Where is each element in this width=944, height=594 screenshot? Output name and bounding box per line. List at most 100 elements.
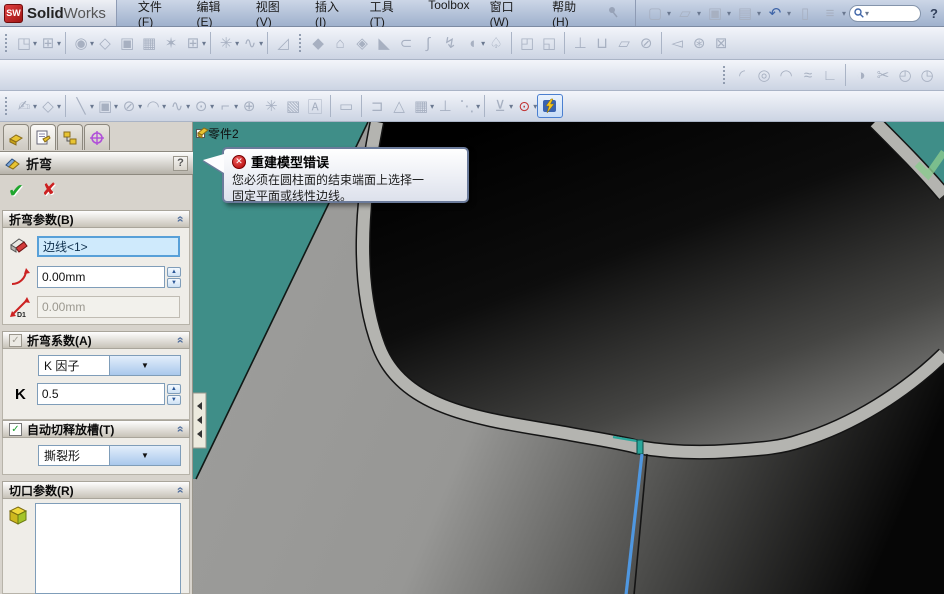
tab-dimxpert-manager[interactable]: [84, 124, 110, 150]
sketch-fillet-icon[interactable]: ◜: [731, 64, 753, 86]
hole-wizard-icon[interactable]: ✶: [160, 32, 182, 54]
move-entities-icon[interactable]: ✂: [872, 64, 894, 86]
rip-icon[interactable]: ↯: [439, 32, 461, 54]
section-header-rip-parameters[interactable]: 切口参数(R) »: [2, 481, 190, 499]
rapid-sketch-icon[interactable]: ⊻: [489, 95, 511, 117]
revolve-icon[interactable]: ◉: [70, 32, 92, 54]
convert-entities-icon[interactable]: ◠: [775, 64, 797, 86]
bend-angle-input[interactable]: [37, 266, 165, 288]
convert-to-sheetmetal-icon[interactable]: ◅: [666, 32, 688, 54]
scale-entities-icon[interactable]: ◷: [916, 64, 938, 86]
section-header-auto-relief[interactable]: ✓ 自动切释放槽(T) »: [2, 420, 190, 438]
cancel-button[interactable]: ✘: [42, 180, 56, 203]
linear-pattern-icon[interactable]: ⊞: [182, 32, 204, 54]
collapse-chevron-icon[interactable]: »: [173, 216, 187, 223]
toolbar-grip[interactable]: [4, 33, 9, 53]
panel-splitter-handle[interactable]: [193, 392, 207, 449]
fold-icon[interactable]: ◰: [516, 32, 538, 54]
snap-icon[interactable]: ⋱: [456, 95, 478, 117]
extruded-boss-icon[interactable]: ◳: [13, 32, 35, 54]
miter-flange-icon[interactable]: ◈: [351, 32, 373, 54]
dropdown-arrow-icon[interactable]: ▼: [109, 356, 180, 375]
edge-selection-input[interactable]: [37, 236, 180, 257]
sheetmetal-gusset-icon[interactable]: ⊛: [688, 32, 710, 54]
collapse-chevron-icon[interactable]: »: [173, 426, 187, 433]
section-header-bend-allowance[interactable]: ✓ 折弯系数(A) »: [2, 331, 190, 349]
undo-icon[interactable]: ↶: [764, 2, 786, 24]
smart-dimension-icon[interactable]: ◇: [37, 95, 59, 117]
pushpin-icon[interactable]: [607, 6, 619, 21]
toolbar-grip[interactable]: [4, 96, 9, 116]
instant3d-icon[interactable]: ◿: [272, 32, 294, 54]
print-icon[interactable]: ▤: [734, 2, 756, 24]
boundary-boss-icon[interactable]: ▦: [138, 32, 160, 54]
record-icon[interactable]: ⊙: [513, 95, 535, 117]
spin-up-icon[interactable]: ▲: [166, 383, 181, 394]
jog-icon[interactable]: ∫: [417, 32, 439, 54]
options-icon[interactable]: ≡: [819, 2, 841, 24]
extruded-cut-icon[interactable]: ⊞: [37, 32, 59, 54]
cross-break-icon[interactable]: ⊠: [710, 32, 732, 54]
new-document-icon[interactable]: ▢: [644, 2, 666, 24]
save-icon[interactable]: ▣: [704, 2, 726, 24]
perpendicular-icon[interactable]: ⊥: [434, 95, 456, 117]
flatten-icon[interactable]: ⊥: [569, 32, 591, 54]
search-options-caret[interactable]: ▾: [865, 9, 869, 18]
fillet-icon[interactable]: ⌐: [214, 95, 236, 117]
unfold-icon[interactable]: ◱: [538, 32, 560, 54]
point-icon[interactable]: ✳: [260, 95, 282, 117]
active-sketch-tool-icon[interactable]: [537, 94, 564, 118]
collapse-chevron-icon[interactable]: »: [173, 337, 187, 344]
dropdown-arrow-icon[interactable]: ▼: [109, 446, 180, 465]
ellipse-icon[interactable]: ⊙: [190, 95, 212, 117]
panel-help-icon[interactable]: ?: [173, 155, 188, 171]
help-icon[interactable]: ?: [930, 6, 938, 21]
auto-relief-checkbox[interactable]: ✓: [9, 422, 22, 436]
vent-icon[interactable]: ♤: [485, 32, 507, 54]
search-input[interactable]: ▾: [849, 4, 922, 22]
collapse-chevron-icon[interactable]: »: [173, 487, 187, 494]
select-entities-icon[interactable]: ▧: [282, 95, 304, 117]
section-header-bend-parameters[interactable]: 折弯参数(B) »: [2, 210, 190, 228]
tab-property-manager[interactable]: [30, 124, 56, 150]
k-factor-input[interactable]: [36, 383, 165, 405]
relief-type-dropdown[interactable]: 撕裂形 ▼: [38, 445, 181, 466]
extend-entities-icon[interactable]: ∟: [819, 64, 841, 86]
spin-down-icon[interactable]: ▼: [167, 277, 181, 288]
rip-edges-listbox[interactable]: [35, 503, 181, 594]
grid-pattern-icon[interactable]: ▦: [410, 95, 432, 117]
ok-button[interactable]: ✔: [8, 180, 24, 203]
rotate-entities-icon[interactable]: ◴: [894, 64, 916, 86]
closed-corner-icon[interactable]: ◖: [461, 32, 483, 54]
open-document-icon[interactable]: ▱: [674, 2, 696, 24]
select-icon[interactable]: ▯: [794, 2, 816, 24]
hem-icon[interactable]: ⊂: [395, 32, 417, 54]
no-bends-icon[interactable]: ⊔: [591, 32, 613, 54]
polygon-icon[interactable]: ⊕: [238, 95, 260, 117]
edge-flange-icon[interactable]: ⌂: [329, 32, 351, 54]
spin-down-icon[interactable]: ▼: [166, 394, 181, 405]
convert-icon[interactable]: ⊐: [366, 95, 388, 117]
spline-icon[interactable]: ∿: [166, 95, 188, 117]
circle-icon[interactable]: ⊘: [118, 95, 140, 117]
spin-up-icon[interactable]: ▲: [167, 266, 181, 277]
rectangle-icon[interactable]: ▣: [94, 95, 116, 117]
arc-icon[interactable]: ◠: [142, 95, 164, 117]
mirror-entities-icon[interactable]: ◑: [850, 64, 872, 86]
base-flange-icon[interactable]: ◆: [307, 32, 329, 54]
trim-entities-icon[interactable]: ≈: [797, 64, 819, 86]
swept-boss-icon[interactable]: ◇: [94, 32, 116, 54]
tab-configuration-manager[interactable]: [57, 124, 83, 150]
spline-tool-icon[interactable]: ∿: [239, 32, 261, 54]
bend-allowance-type-dropdown[interactable]: K 因子 ▼: [38, 355, 181, 376]
plane-icon[interactable]: ▭: [335, 95, 357, 117]
sketch-icon[interactable]: ✍: [13, 95, 35, 117]
insert-bends-icon[interactable]: ▱: [613, 32, 635, 54]
warning-icon[interactable]: △: [388, 95, 410, 117]
toolbar-grip[interactable]: [722, 65, 727, 85]
toolbar-grip[interactable]: [298, 33, 304, 53]
sketched-bend-icon[interactable]: ◣: [373, 32, 395, 54]
normal-cut-icon[interactable]: ⊘: [635, 32, 657, 54]
text-icon[interactable]: 🄰: [304, 95, 326, 117]
line-icon[interactable]: ╲: [70, 95, 92, 117]
